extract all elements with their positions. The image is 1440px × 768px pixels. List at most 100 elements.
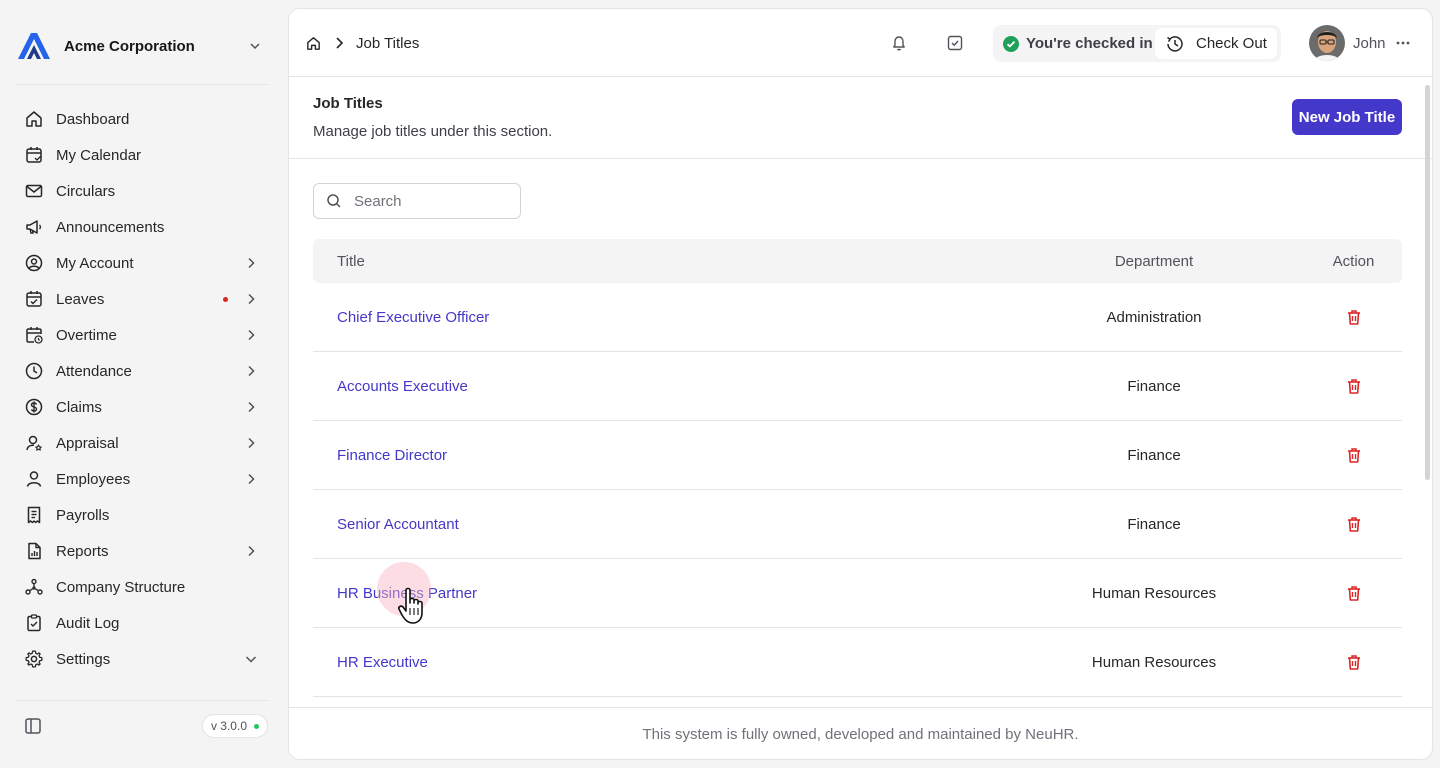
check-out-button[interactable]: Check Out — [1155, 28, 1277, 59]
scrollbar[interactable] — [1425, 85, 1430, 480]
cell-action — [1305, 308, 1402, 326]
trash-icon[interactable] — [1345, 308, 1363, 326]
chevron-right-icon — [248, 545, 255, 557]
gear-icon — [25, 650, 43, 668]
checkin-status-pill: You're checked in Check Out — [993, 25, 1281, 62]
calendar-clock-icon — [26, 327, 43, 344]
receipt-icon — [27, 506, 41, 524]
sidebar-divider — [16, 700, 268, 701]
search-box[interactable] — [313, 183, 521, 219]
sidebar-item-label: Appraisal — [56, 434, 119, 452]
chevron-right-icon — [248, 401, 255, 413]
user-icon — [26, 471, 42, 487]
chevron-right-icon — [248, 365, 255, 377]
chevron-down-icon — [250, 43, 260, 50]
chevron-right-icon — [248, 437, 255, 449]
sidebar-item-my-calendar[interactable]: My Calendar — [14, 137, 266, 173]
column-header-department[interactable]: Department — [1003, 253, 1305, 270]
cell-action — [1305, 446, 1402, 464]
sidebar-item-label: Company Structure — [56, 578, 186, 596]
sidebar-item-claims[interactable]: Claims — [14, 389, 266, 425]
cell-title: HR Business Partner — [313, 585, 1003, 602]
chevron-right-icon — [248, 257, 255, 269]
sidebar-item-dashboard[interactable]: Dashboard — [14, 101, 266, 137]
cell-title: Finance Director — [313, 447, 1003, 464]
search-icon — [327, 194, 341, 208]
new-job-title-button[interactable]: New Job Title — [1292, 99, 1402, 135]
cell-action — [1305, 515, 1402, 533]
search-input[interactable] — [354, 192, 514, 210]
sidebar-item-label: Overtime — [56, 326, 117, 344]
job-title-link[interactable]: Chief Executive Officer — [337, 309, 489, 326]
sidebar-item-label: Leaves — [56, 290, 105, 308]
table-body: Chief Executive Officer Administration Acc… — [313, 283, 1402, 697]
topbar: Job Titles You're checked in Check Out J… — [289, 9, 1432, 77]
cell-title: Chief Executive Officer — [313, 309, 1003, 326]
sidebar-item-reports[interactable]: Reports — [14, 533, 266, 569]
megaphone-icon — [26, 220, 42, 234]
sidebar-item-my-account[interactable]: My Account — [14, 245, 266, 281]
sidebar-item-label: Claims — [56, 398, 102, 416]
clock-icon — [25, 362, 43, 380]
page-header: Job Titles Manage job titles under this … — [289, 77, 1432, 159]
version-badge: v 3.0.0 — [201, 714, 268, 738]
check-circle-icon — [1003, 35, 1019, 52]
trash-icon[interactable] — [1345, 653, 1363, 671]
home-icon[interactable] — [305, 35, 322, 52]
table-row: Accounts Executive Finance — [313, 352, 1402, 421]
user-menu[interactable]: John — [1309, 24, 1411, 62]
sidebar-item-label: Reports — [56, 542, 109, 560]
company-name: Acme Corporation — [64, 37, 195, 55]
chevron-right-icon — [248, 329, 255, 341]
sidebar-item-announcements[interactable]: Announcements — [14, 209, 266, 245]
clock-history-icon — [1167, 35, 1183, 52]
sidebar-item-label: Circulars — [56, 182, 116, 200]
job-titles-table: Title Department Action Chief Executive … — [313, 239, 1402, 697]
task-check-icon[interactable] — [946, 34, 964, 52]
sidebar-item-settings[interactable]: Settings — [14, 641, 266, 677]
cell-action — [1305, 584, 1402, 602]
job-title-link[interactable]: Senior Accountant — [337, 516, 459, 533]
trash-icon[interactable] — [1345, 515, 1363, 533]
sidebar-toggle-icon[interactable] — [24, 717, 42, 735]
sidebar-item-leaves[interactable]: Leaves — [14, 281, 266, 317]
sidebar-item-appraisal[interactable]: Appraisal — [14, 425, 266, 461]
breadcrumb-current: Job Titles — [356, 34, 420, 52]
breadcrumb: Job Titles — [305, 33, 419, 53]
avatar[interactable] — [1309, 25, 1345, 61]
more-horizontal-icon[interactable] — [1395, 35, 1411, 51]
chevron-right-icon — [336, 37, 344, 49]
sidebar-item-overtime[interactable]: Overtime — [14, 317, 266, 353]
sidebar-item-label: Attendance — [56, 362, 132, 380]
status-dot — [254, 723, 259, 729]
company-switcher[interactable]: Acme Corporation — [16, 30, 268, 62]
sidebar-item-company-structure[interactable]: Company Structure — [14, 569, 266, 605]
job-title-link[interactable]: Accounts Executive — [337, 378, 468, 395]
sidebar-item-label: Payrolls — [56, 506, 110, 524]
bell-icon[interactable] — [890, 34, 908, 52]
user-name: John — [1353, 34, 1386, 52]
cell-department: Finance — [1127, 377, 1181, 395]
sidebar-item-audit-log[interactable]: Audit Log — [14, 605, 266, 641]
sidebar-item-attendance[interactable]: Attendance — [14, 353, 266, 389]
column-header-title[interactable]: Title — [313, 253, 1003, 270]
page-title: Job Titles — [313, 95, 383, 112]
trash-icon[interactable] — [1345, 584, 1363, 602]
sidebar-item-label: Audit Log — [56, 614, 120, 632]
sidebar-item-label: My Account — [56, 254, 134, 272]
user-star-icon — [26, 435, 42, 451]
user-circle-icon — [25, 254, 43, 272]
trash-icon[interactable] — [1345, 377, 1363, 395]
sidebar-item-payrolls[interactable]: Payrolls — [14, 497, 266, 533]
job-title-link[interactable]: Finance Director — [337, 447, 447, 464]
cell-department: Human Resources — [1091, 653, 1217, 671]
sidebar-item-circulars[interactable]: Circulars — [14, 173, 266, 209]
sidebar-item-employees[interactable]: Employees — [14, 461, 266, 497]
company-logo-icon — [18, 33, 50, 59]
job-title-link[interactable]: HR Business Partner — [337, 585, 477, 602]
job-title-link[interactable]: HR Executive — [337, 654, 428, 671]
table-row: Chief Executive Officer Administration — [313, 283, 1402, 352]
cell-title: Senior Accountant — [313, 516, 1003, 533]
trash-icon[interactable] — [1345, 446, 1363, 464]
check-out-label: Check Out — [1196, 35, 1267, 52]
